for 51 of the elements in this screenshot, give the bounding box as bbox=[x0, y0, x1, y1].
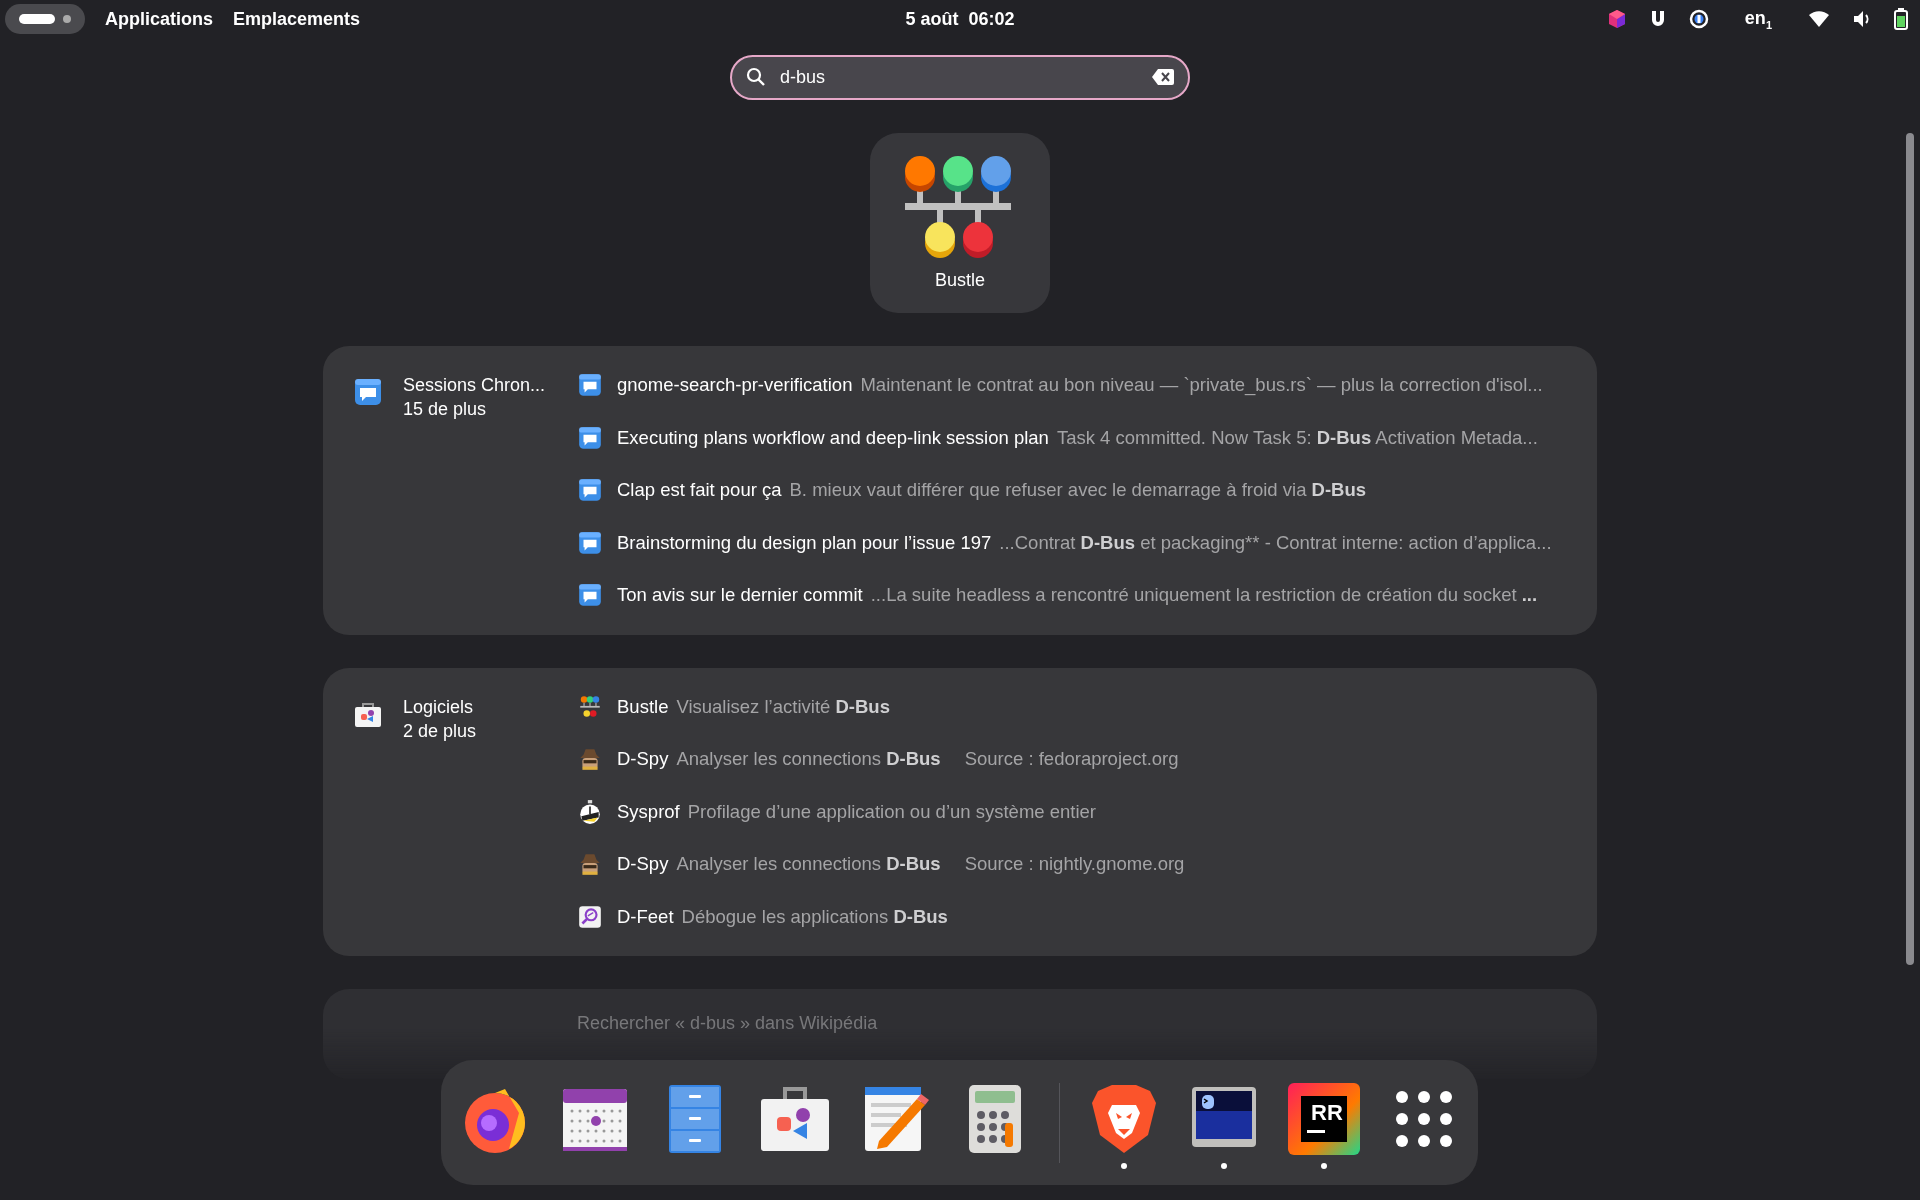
chat-icon bbox=[577, 424, 603, 451]
result-source: Source : fedoraproject.org bbox=[964, 748, 1179, 771]
chat-icon bbox=[577, 529, 603, 556]
result-description: Task 4 committed. Now Task 5: D-Bus Activation Metada... bbox=[1056, 426, 1538, 449]
result-description: Analyser les connections D-Bus bbox=[676, 748, 941, 771]
keyboard-layout[interactable]: en$_{1}$ bbox=[1744, 7, 1772, 31]
magnifier-icon bbox=[577, 903, 603, 930]
result-title[interactable]: Executing plans workflow and deep-link session plan bbox=[617, 426, 1049, 449]
stopwatch-icon bbox=[577, 798, 603, 825]
chat-icon bbox=[577, 477, 603, 504]
scrollbar[interactable] bbox=[1906, 133, 1914, 965]
icon-label: RR bbox=[1310, 1101, 1344, 1124]
result-description: ...Contrat D-Bus et packaging** - Contrat interne: action d’applica... bbox=[999, 531, 1552, 554]
result-description: Profilage d’une application ou d’un système entier bbox=[687, 800, 1096, 823]
dock-app[interactable]: RR bbox=[1288, 1072, 1360, 1173]
clock[interactable]: 5 août 06:02 bbox=[905, 8, 1015, 30]
result-description: Maintenant le contrat au bon niveau — `private_bus.rs` — plus la correction d'isol... bbox=[860, 374, 1543, 397]
workspace-indicator[interactable] bbox=[5, 4, 85, 34]
wifi-icon[interactable] bbox=[1808, 10, 1830, 28]
result-title[interactable]: D-Feet bbox=[617, 905, 674, 928]
chat-icon bbox=[577, 372, 603, 399]
result-title[interactable]: D-Spy bbox=[617, 748, 669, 771]
result-title[interactable]: gnome-search-pr-verification bbox=[617, 374, 853, 397]
result-source: Source : nightly.gnome.org bbox=[964, 853, 1185, 876]
clear-icon[interactable] bbox=[1152, 69, 1174, 85]
menu-button[interactable]: Emplacements bbox=[233, 8, 361, 30]
result-description: Analyser les connections D-Bus bbox=[676, 853, 941, 876]
menu-button[interactable]: Applications bbox=[105, 8, 213, 30]
result-description: Débogue les applications D-Bus bbox=[681, 905, 948, 928]
more-count: 2 de plus bbox=[403, 719, 477, 743]
battery-icon[interactable] bbox=[1894, 8, 1908, 30]
search-icon bbox=[746, 67, 766, 87]
result-title[interactable]: Ton avis sur le dernier commit bbox=[617, 584, 863, 607]
result-title[interactable]: Clap est fait pour ça bbox=[617, 479, 782, 502]
chat-icon bbox=[353, 377, 383, 407]
cube-icon[interactable] bbox=[1606, 9, 1627, 29]
result-description: B. mieux vaut différer que refuser avec le demarrage à froid via D-Bus bbox=[789, 479, 1367, 502]
bus-icon bbox=[577, 693, 603, 720]
result-description: Visualisez l’activité D-Bus bbox=[676, 695, 890, 718]
search-field[interactable]: d-bus bbox=[730, 55, 1190, 100]
result-title[interactable]: Bustle bbox=[617, 695, 669, 718]
provider-name: Logiciels bbox=[403, 695, 475, 719]
provider-name: Sessions Chron... bbox=[403, 374, 546, 397]
result-description: ...La suite headless a rencontré uniquement la restriction de création du socket ... bbox=[870, 584, 1538, 607]
app-tile[interactable]: Bustle bbox=[870, 133, 1050, 313]
status-icon[interactable] bbox=[1688, 9, 1709, 29]
result-title[interactable]: Brainstorming du design plan pour l’issue 197 bbox=[617, 531, 992, 554]
more-count: 15 de plus bbox=[403, 398, 488, 421]
result-title[interactable]: Sysprof bbox=[617, 800, 680, 823]
result-title[interactable]: D-Spy bbox=[617, 853, 669, 876]
chat-icon bbox=[577, 582, 603, 609]
